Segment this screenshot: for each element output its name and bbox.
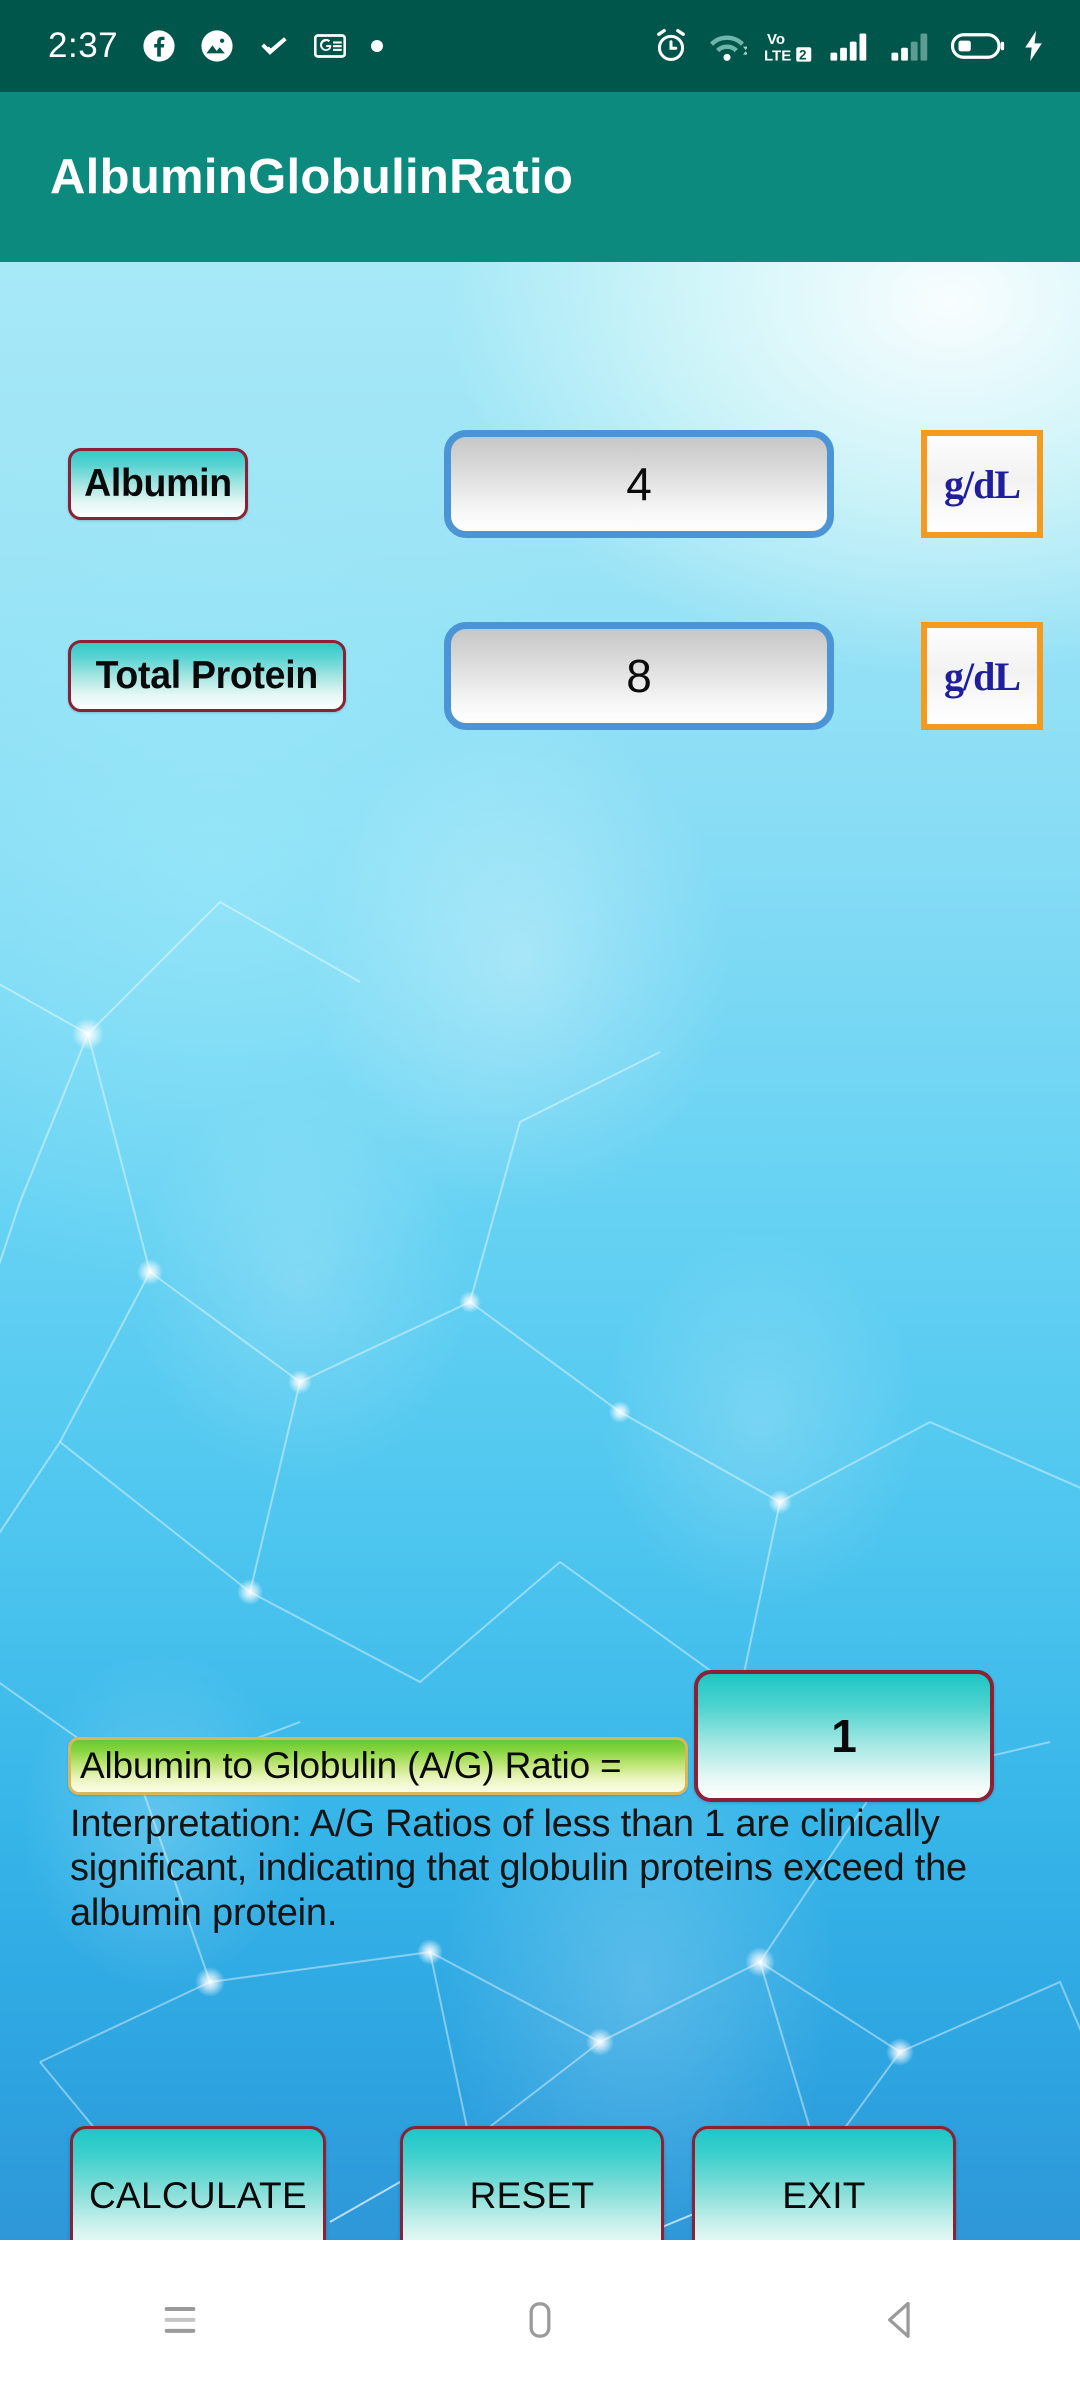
signal-sim1-icon (830, 33, 867, 61)
total-protein-input-value: 8 (626, 650, 652, 702)
albumin-unit-text: g/dL (943, 461, 1021, 507)
total-protein-unit-text: g/dL (943, 653, 1021, 699)
signal-sim2-icon (891, 33, 928, 61)
reset-button[interactable]: RESET (400, 2126, 664, 2240)
dot-icon (371, 40, 384, 52)
wallpaper-network-pattern (0, 900, 1080, 2233)
home-icon (529, 2302, 551, 2338)
total-protein-label: Total Protein (68, 640, 346, 712)
total-protein-unit-box: g/dL (921, 622, 1043, 730)
alarm-icon (657, 28, 685, 61)
total-protein-input[interactable]: 8 (444, 622, 834, 730)
albumin-label-text: Albumin (84, 462, 232, 505)
status-bar-left: 2:37 (48, 26, 384, 66)
interpretation-text: Interpretation: A/G Ratios of less than … (70, 1803, 967, 1934)
total-protein-label-text: Total Protein (95, 654, 319, 697)
system-nav-bar (0, 2240, 1080, 2400)
app-bar: AlbuminGlobulinRatio (0, 92, 1080, 262)
svg-text:Vo: Vo (767, 31, 785, 48)
exit-button-label: EXIT (782, 2175, 866, 2216)
field-row-total-protein: Total Protein 8 g/dL (0, 618, 1080, 734)
charging-bolt-icon (1025, 30, 1042, 62)
albumin-input-value: 4 (626, 458, 652, 510)
status-bar-right: Vo LTE 2 (652, 27, 1046, 65)
status-bar: 2:37 Vo LTE 2 (0, 0, 1080, 92)
ag-ratio-result-value: 1 (831, 1710, 857, 1762)
albumin-label: Albumin (68, 448, 248, 520)
page-title: AlbuminGlobulinRatio (50, 150, 574, 204)
calculate-button-label: CALCULATE (89, 2175, 307, 2216)
status-bar-clock: 2:37 (48, 26, 119, 65)
back-button[interactable] (810, 2260, 990, 2380)
exit-button[interactable]: EXIT (692, 2126, 956, 2240)
home-button[interactable] (450, 2260, 630, 2380)
google-news-icon (314, 34, 347, 58)
battery-icon (951, 33, 1005, 59)
checkmark-icon (261, 37, 287, 55)
main-content: Albumin 4 g/dL Total Protein 8 g/dL Albu… (0, 262, 1080, 2240)
reset-button-label: RESET (469, 2175, 595, 2216)
calculate-button[interactable]: CALCULATE (70, 2126, 326, 2240)
svg-text:LTE: LTE (764, 47, 791, 64)
facebook-icon (143, 30, 175, 62)
recents-icon (164, 2306, 196, 2333)
volte2-icon: Vo LTE 2 (764, 31, 812, 64)
ag-ratio-result-box: 1 (694, 1670, 994, 1802)
wifi-icon (710, 35, 747, 61)
albumin-unit-box: g/dL (921, 430, 1043, 538)
back-icon (888, 2301, 910, 2338)
recents-button[interactable] (90, 2260, 270, 2380)
ag-ratio-label: Albumin to Globulin (A/G) Ratio = (68, 1737, 688, 1795)
svg-text:2: 2 (799, 48, 807, 63)
albumin-input[interactable]: 4 (444, 430, 834, 538)
field-row-albumin: Albumin 4 g/dL (0, 426, 1080, 542)
gallery-icon (201, 30, 233, 62)
ag-ratio-label-text: Albumin to Globulin (A/G) Ratio = (80, 1745, 622, 1786)
